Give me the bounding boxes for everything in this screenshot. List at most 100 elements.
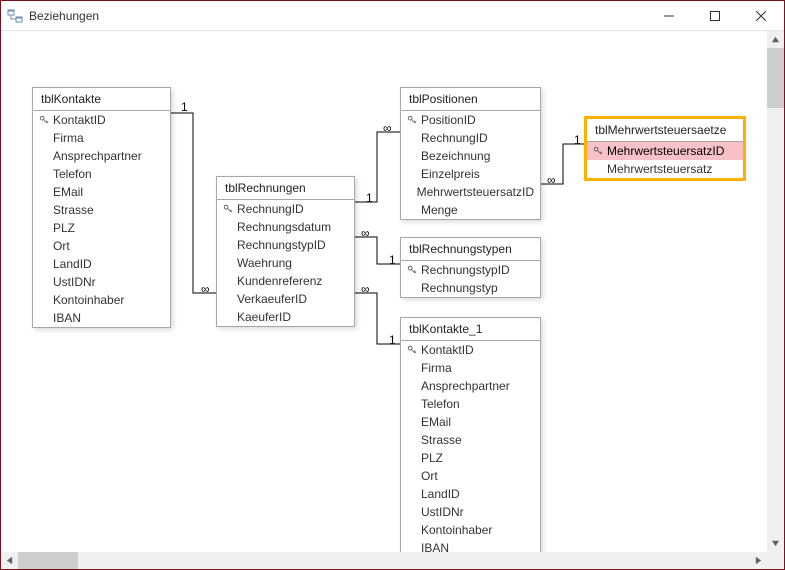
field-label: Waehrung (235, 255, 292, 271)
table-tblMehrwertsteuersaetze[interactable]: tblMehrwertsteuersaetzeMehrwertsteuersat… (585, 117, 745, 180)
field-row[interactable]: Ansprechpartner (401, 377, 540, 395)
maximize-button[interactable] (692, 1, 738, 31)
field-label: Strasse (51, 202, 94, 218)
field-row[interactable]: RechnungID (401, 129, 540, 147)
field-row[interactable]: PositionID (401, 111, 540, 129)
relationships-window: Beziehungen 1∞1∞∞1∞1∞1 tblKontakteKontak… (0, 0, 785, 570)
table-tblKontakte_1[interactable]: tblKontakte_1KontaktIDFirmaAnsprechpartn… (400, 317, 541, 558)
svg-text:1: 1 (181, 100, 188, 114)
field-row[interactable]: RechnungstypID (401, 261, 540, 279)
table-header[interactable]: tblRechnungen (217, 177, 354, 200)
field-row[interactable]: PLZ (33, 219, 170, 237)
field-row[interactable]: KaeuferID (217, 308, 354, 326)
field-row[interactable]: Strasse (33, 201, 170, 219)
table-header[interactable]: tblKontakte_1 (401, 318, 540, 341)
field-row[interactable]: EMail (401, 413, 540, 431)
field-row[interactable]: PLZ (401, 449, 540, 467)
table-fields: RechnungIDRechnungsdatumRechnungstypID Wa… (217, 200, 354, 326)
field-row[interactable]: RechnungID (217, 200, 354, 218)
vertical-scrollbar[interactable] (767, 31, 784, 552)
relationships-canvas[interactable]: 1∞1∞∞1∞1∞1 tblKontakteKontaktIDFirmaAnsp… (1, 31, 767, 552)
field-label: Firma (51, 130, 84, 146)
scroll-up-button[interactable] (767, 31, 784, 48)
field-label: RechnungstypID (235, 237, 326, 253)
field-row[interactable]: Firma (33, 129, 170, 147)
field-label: Bezeichnung (419, 148, 490, 164)
field-row[interactable]: Kontoinhaber (401, 521, 540, 539)
svg-text:1: 1 (389, 253, 396, 267)
field-row[interactable]: MehrwertsteuersatzID (587, 142, 743, 160)
field-row[interactable]: Rechnungsdatum (217, 218, 354, 236)
table-tblPositionen[interactable]: tblPositionenPositionID RechnungID Bezeich… (400, 87, 541, 220)
close-button[interactable] (738, 1, 784, 31)
field-row[interactable]: Waehrung (217, 254, 354, 272)
table-header[interactable]: tblMehrwertsteuersaetze (587, 119, 743, 142)
field-label: UstIDNr (51, 274, 96, 290)
primary-key-icon (591, 146, 605, 156)
field-row[interactable]: LandID (401, 485, 540, 503)
field-row[interactable]: VerkaeuferID (217, 290, 354, 308)
scroll-down-button[interactable] (767, 535, 784, 552)
horizontal-scrollbar[interactable] (1, 552, 767, 569)
table-header[interactable]: tblRechnungstypen (401, 238, 540, 261)
field-row[interactable]: LandID (33, 255, 170, 273)
scroll-left-button[interactable] (1, 552, 18, 569)
svg-text:1: 1 (366, 191, 373, 205)
primary-key-icon (221, 204, 235, 214)
scroll-thumb-horizontal[interactable] (18, 552, 78, 569)
field-row[interactable]: Kundenreferenz (217, 272, 354, 290)
field-row[interactable]: Ort (401, 467, 540, 485)
field-row[interactable]: RechnungstypID (217, 236, 354, 254)
field-row[interactable]: Kontoinhaber (33, 291, 170, 309)
field-label: EMail (51, 184, 83, 200)
table-header[interactable]: tblKontakte (33, 88, 170, 111)
field-row[interactable]: KontaktID (401, 341, 540, 359)
svg-text:∞: ∞ (201, 282, 210, 296)
field-label: PositionID (419, 112, 476, 128)
sizegrip[interactable] (767, 552, 784, 569)
minimize-button[interactable] (646, 1, 692, 31)
field-row[interactable]: MehrwertsteuersatzID (401, 183, 540, 201)
titlebar[interactable]: Beziehungen (1, 1, 784, 31)
field-label: Ansprechpartner (51, 148, 142, 164)
field-label: LandID (419, 486, 460, 502)
field-row[interactable]: Telefon (33, 165, 170, 183)
table-tblKontakte[interactable]: tblKontakteKontaktIDFirma Ansprechpartner… (32, 87, 171, 328)
field-row[interactable]: Ort (33, 237, 170, 255)
window-title: Beziehungen (29, 9, 99, 23)
table-tblRechnungen[interactable]: tblRechnungenRechnungIDRechnungsdatumRec… (216, 176, 355, 327)
field-label: RechnungID (419, 130, 488, 146)
field-row[interactable]: EMail (33, 183, 170, 201)
field-row[interactable]: Strasse (401, 431, 540, 449)
field-label: VerkaeuferID (235, 291, 307, 307)
field-row[interactable]: Telefon (401, 395, 540, 413)
field-row[interactable]: KontaktID (33, 111, 170, 129)
scroll-thumb-vertical[interactable] (767, 48, 784, 108)
field-label: RechnungstypID (419, 262, 510, 278)
field-row[interactable]: Rechnungstyp (401, 279, 540, 297)
field-label: Einzelpreis (419, 166, 480, 182)
field-label: RechnungID (235, 201, 304, 217)
field-row[interactable]: Bezeichnung (401, 147, 540, 165)
primary-key-icon (405, 345, 419, 355)
field-row[interactable]: Ansprechpartner (33, 147, 170, 165)
table-header[interactable]: tblPositionen (401, 88, 540, 111)
field-row[interactable]: Mehrwertsteuersatz (587, 160, 743, 178)
field-row[interactable]: UstIDNr (401, 503, 540, 521)
field-label: Ort (51, 238, 70, 254)
table-tblRechnungstypen[interactable]: tblRechnungstypenRechnungstypIDRechnungs… (400, 237, 541, 298)
scroll-right-button[interactable] (750, 552, 767, 569)
field-label: LandID (51, 256, 92, 272)
field-label: EMail (419, 414, 451, 430)
table-fields: MehrwertsteuersatzIDMehrwertsteuersatz (587, 142, 743, 178)
field-row[interactable]: Menge (401, 201, 540, 219)
field-label: Firma (419, 360, 452, 376)
field-row[interactable]: Firma (401, 359, 540, 377)
field-row[interactable]: Einzelpreis (401, 165, 540, 183)
field-label: KaeuferID (235, 309, 291, 325)
field-row[interactable]: UstIDNr (33, 273, 170, 291)
svg-text:∞: ∞ (547, 173, 556, 187)
field-label: Menge (419, 202, 458, 218)
field-row[interactable]: IBAN (33, 309, 170, 327)
field-label: UstIDNr (419, 504, 464, 520)
